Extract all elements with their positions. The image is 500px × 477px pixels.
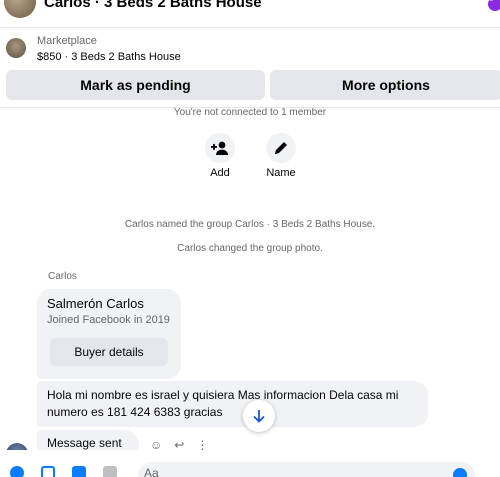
more-icon[interactable]: ⋮ — [196, 438, 208, 450]
sender-name: Carlos — [48, 271, 77, 282]
gif-icon[interactable] — [103, 466, 117, 477]
buyer-joined: Joined Facebook in 2019 — [47, 314, 170, 326]
conversation-header: Carlos · 3 Beds 2 Baths House — [0, 0, 500, 28]
name-label: Name — [266, 167, 296, 179]
marketplace-listing-bar: Marketplace $850 · 3 Beds 2 Baths House … — [0, 28, 500, 108]
pencil-icon — [275, 142, 287, 154]
plus-icon[interactable] — [10, 466, 24, 477]
buyer-profile-card: Salmerón Carlos Joined Facebook in 2019 … — [37, 289, 181, 379]
emoji-icon[interactable] — [453, 468, 467, 477]
group-avatar[interactable] — [4, 0, 36, 18]
message-thread[interactable]: You're not connected to 1 member Add Nam… — [0, 108, 500, 450]
more-options-button[interactable]: More options — [270, 70, 500, 100]
photo-icon[interactable] — [41, 466, 55, 477]
system-message: Carlos named the group Carlos · 3 Beds 2… — [124, 219, 376, 230]
arrow-down-icon — [253, 410, 265, 423]
emoji-react-icon[interactable]: ☺ — [150, 438, 162, 450]
buyer-name: Salmerón Carlos — [47, 296, 144, 311]
message-bubble[interactable]: Message sent — [37, 430, 139, 450]
avatar[interactable] — [6, 443, 28, 450]
message-input[interactable]: Aa — [138, 462, 475, 477]
chat-options-icon[interactable] — [488, 0, 500, 11]
conversation-title[interactable]: Carlos · 3 Beds 2 Baths House — [44, 0, 262, 11]
buyer-details-button[interactable]: Buyer details — [50, 338, 168, 366]
listing-price-title[interactable]: $850 · 3 Beds 2 Baths House — [37, 51, 181, 63]
listing-thumbnail[interactable] — [6, 38, 26, 58]
reply-icon[interactable]: ↩ — [174, 438, 184, 450]
message-text: Message sent — [47, 436, 122, 450]
message-composer: Aa — [0, 458, 500, 477]
marketplace-label: Marketplace — [37, 35, 97, 47]
system-message: Carlos changed the group photo. — [177, 243, 323, 254]
message-bubble[interactable]: Hola mi nombre es israel y quisiera Mas … — [37, 381, 428, 427]
scroll-to-bottom-button[interactable] — [243, 400, 275, 432]
add-member-action[interactable]: Add — [200, 133, 240, 179]
not-connected-notice: You're not connected to 1 member — [173, 108, 327, 118]
name-group-action[interactable]: Name — [261, 133, 301, 179]
message-placeholder: Aa — [144, 466, 159, 477]
add-person-icon — [211, 141, 228, 155]
mark-as-pending-button[interactable]: Mark as pending — [6, 70, 265, 100]
message-actions: ☺ ↩ ⋮ — [150, 438, 208, 450]
message-text: Hola mi nombre es israel y quisiera Mas … — [47, 388, 399, 419]
add-label: Add — [210, 167, 230, 179]
sticker-icon[interactable] — [72, 466, 86, 477]
